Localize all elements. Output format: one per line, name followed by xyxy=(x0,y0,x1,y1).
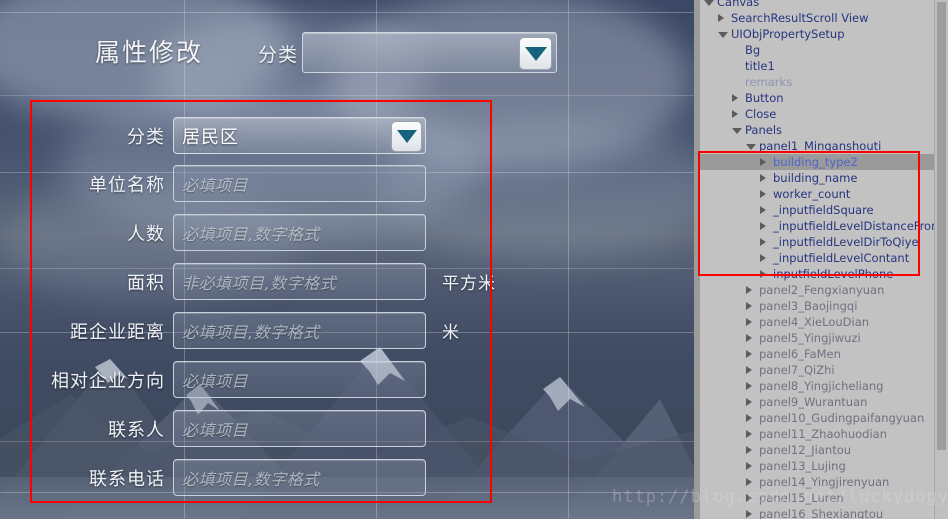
hierarchy-node-label: panel16_Shexiangtou xyxy=(759,507,884,519)
chevron-right-icon[interactable] xyxy=(746,478,752,486)
top-category-value xyxy=(303,33,311,54)
chevron-down-icon[interactable] xyxy=(746,144,756,150)
hierarchy-node[interactable]: panel3_Baojingqi xyxy=(700,298,943,314)
hierarchy-node-label: panel8_Yingjicheliang xyxy=(759,379,884,393)
hierarchy-node-label: panel10_Gudingpaifangyuan xyxy=(759,411,925,425)
chevron-right-icon[interactable] xyxy=(746,398,752,406)
chevron-right-icon[interactable] xyxy=(746,302,752,310)
chevron-right-icon[interactable] xyxy=(746,494,752,502)
annotation-box-form xyxy=(30,100,492,503)
chevron-right-icon[interactable] xyxy=(732,94,738,102)
chevron-right-icon[interactable] xyxy=(746,462,752,470)
page-title: 属性修改 xyxy=(95,38,204,67)
chevron-right-icon[interactable] xyxy=(746,382,752,390)
chevron-down-icon[interactable] xyxy=(718,32,728,38)
hierarchy-node[interactable]: panel11_Zhaohuodian xyxy=(700,426,943,442)
hierarchy-node-label: panel9_Wurantuan xyxy=(759,395,868,409)
chevron-down-icon[interactable] xyxy=(732,128,742,134)
chevron-down-icon[interactable] xyxy=(519,37,552,70)
chevron-right-icon[interactable] xyxy=(746,286,752,294)
hierarchy-node-label: Button xyxy=(745,91,784,105)
hierarchy-node-label: remarks xyxy=(745,75,793,89)
chevron-right-icon[interactable] xyxy=(746,334,752,342)
chevron-right-icon[interactable] xyxy=(746,350,752,358)
hierarchy-node-label: panel13_Lujing xyxy=(759,459,846,473)
hierarchy-node[interactable]: title1 xyxy=(700,58,943,74)
hierarchy-node[interactable]: panel16_Shexiangtou xyxy=(700,506,943,519)
hierarchy-node[interactable]: panel8_Yingjicheliang xyxy=(700,378,943,394)
hierarchy-node[interactable]: panel7_QiZhi xyxy=(700,362,943,378)
hierarchy-node-label: panel14_Yingjirenyuan xyxy=(759,475,890,489)
chevron-right-icon[interactable] xyxy=(746,446,752,454)
hierarchy-node-label: panel5_Yingjiwuzi xyxy=(759,331,861,345)
hierarchy-node[interactable]: panel2_Fengxianyuan xyxy=(700,282,943,298)
chevron-right-icon[interactable] xyxy=(718,14,724,22)
game-view: 属性修改 分类 分类 居民区 单位名称 必填项目 人数 必填项目,数字格式 面积 非必填项目,… xyxy=(0,0,700,519)
hierarchy-node-label: SearchResultScroll View xyxy=(731,11,869,25)
hierarchy-node-label: panel15_Luren xyxy=(759,491,844,505)
hierarchy-node-label: Bg xyxy=(745,43,761,57)
hierarchy-node-label: Close xyxy=(745,107,777,121)
hierarchy-node-label: UIObjPropertySetup xyxy=(731,27,845,41)
hierarchy-node[interactable]: panel4_XieLouDian xyxy=(700,314,943,330)
unity-editor-screenshot: 属性修改 分类 分类 居民区 单位名称 必填项目 人数 必填项目,数字格式 面积 非必填项目,… xyxy=(0,0,948,519)
hierarchy-node[interactable]: Canvas xyxy=(700,0,943,10)
chevron-right-icon[interactable] xyxy=(746,366,752,374)
hierarchy-node[interactable]: Bg xyxy=(700,42,943,58)
hierarchy-node[interactable]: Panels xyxy=(700,122,943,138)
annotation-box-tree xyxy=(698,151,920,276)
hierarchy-node-label: panel6_FaMen xyxy=(759,347,841,361)
hierarchy-node-label: panel7_QiZhi xyxy=(759,363,835,377)
hierarchy-scrollbar-thumb[interactable] xyxy=(937,2,946,450)
hierarchy-node[interactable]: panel6_FaMen xyxy=(700,346,943,362)
hierarchy-node[interactable]: panel14_Yingjirenyuan xyxy=(700,474,943,490)
hierarchy-node-label: panel3_Baojingqi xyxy=(759,299,858,313)
hierarchy-node-label: Panels xyxy=(745,123,783,137)
top-category-label: 分类 xyxy=(258,44,299,66)
hierarchy-node[interactable]: panel13_Lujing xyxy=(700,458,943,474)
hierarchy-node-label: panel11_Zhaohuodian xyxy=(759,427,887,441)
chevron-right-icon[interactable] xyxy=(746,510,752,518)
hierarchy-node[interactable]: panel12_Jiantou xyxy=(700,442,943,458)
top-category-dropdown[interactable] xyxy=(302,32,557,73)
hierarchy-node[interactable]: SearchResultScroll View xyxy=(700,10,943,26)
hierarchy-node[interactable]: Close xyxy=(700,106,943,122)
hierarchy-scrollbar[interactable] xyxy=(934,0,948,519)
chevron-right-icon[interactable] xyxy=(732,110,738,118)
chevron-right-icon[interactable] xyxy=(746,414,752,422)
hierarchy-node[interactable]: UIObjPropertySetup xyxy=(700,26,943,42)
chevron-down-icon[interactable] xyxy=(704,0,714,6)
hierarchy-node[interactable]: remarks xyxy=(700,74,943,90)
hierarchy-node[interactable]: panel10_Gudingpaifangyuan xyxy=(700,410,943,426)
hierarchy-node-label: Canvas xyxy=(717,0,760,9)
hierarchy-node[interactable]: panel5_Yingjiwuzi xyxy=(700,330,943,346)
hierarchy-node[interactable]: Button xyxy=(700,90,943,106)
hierarchy-node-label: panel4_XieLouDian xyxy=(759,315,870,329)
hierarchy-node[interactable]: panel9_Wurantuan xyxy=(700,394,943,410)
chevron-right-icon[interactable] xyxy=(746,430,752,438)
hierarchy-node[interactable]: panel15_Luren xyxy=(700,490,943,506)
hierarchy-node-label: title1 xyxy=(745,59,775,73)
hierarchy-node-label: panel2_Fengxianyuan xyxy=(759,283,885,297)
chevron-right-icon[interactable] xyxy=(746,318,752,326)
hierarchy-node-label: panel12_Jiantou xyxy=(759,443,852,457)
